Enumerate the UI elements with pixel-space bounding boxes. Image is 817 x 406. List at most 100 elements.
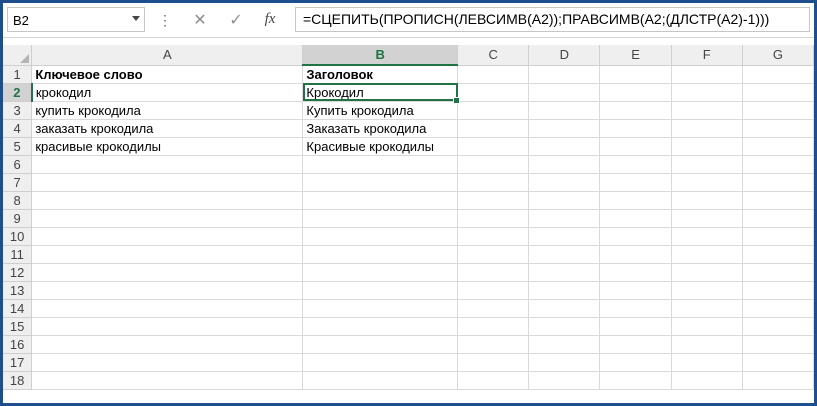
row-header[interactable]: 12 <box>3 263 33 282</box>
cell-a[interactable] <box>31 155 304 174</box>
cell-a[interactable] <box>31 227 304 246</box>
row-header[interactable]: 1 <box>3 65 33 84</box>
row-header[interactable]: 15 <box>3 317 33 336</box>
cell-g[interactable] <box>742 335 814 354</box>
cell-b[interactable]: Заказать крокодила <box>302 119 459 138</box>
cell-f[interactable] <box>671 83 743 102</box>
row-header[interactable]: 11 <box>3 245 33 264</box>
cell-e[interactable] <box>599 299 672 318</box>
cell-a[interactable] <box>31 281 304 300</box>
cell-g[interactable] <box>742 65 814 84</box>
cell-c[interactable] <box>457 263 530 282</box>
cell-c[interactable] <box>457 173 530 192</box>
cell-d[interactable] <box>528 227 601 246</box>
column-header-b[interactable]: B <box>302 45 459 66</box>
cell-b[interactable] <box>302 281 459 300</box>
cell-e[interactable] <box>599 227 672 246</box>
column-header-d[interactable]: D <box>528 45 601 66</box>
row-header[interactable]: 14 <box>3 299 33 318</box>
cell-f[interactable] <box>671 191 743 210</box>
cell-f[interactable] <box>671 209 743 228</box>
cell-a[interactable]: купить крокодила <box>31 101 304 120</box>
enter-icon[interactable]: ✓ <box>220 7 252 32</box>
cell-e[interactable] <box>599 173 672 192</box>
row-header[interactable]: 5 <box>3 137 33 156</box>
row-header[interactable]: 17 <box>3 353 33 372</box>
cell-f[interactable] <box>671 65 743 84</box>
cell-f[interactable] <box>671 173 743 192</box>
row-header[interactable]: 2 <box>3 83 33 102</box>
column-header-g[interactable]: G <box>742 45 814 66</box>
cell-a[interactable]: заказать крокодила <box>31 119 304 138</box>
cell-c[interactable] <box>457 299 530 318</box>
cell-f[interactable] <box>671 317 743 336</box>
cell-c[interactable] <box>457 245 530 264</box>
row-header[interactable]: 4 <box>3 119 33 138</box>
row-header[interactable]: 9 <box>3 209 33 228</box>
cell-g[interactable] <box>742 173 814 192</box>
cell-f[interactable] <box>671 119 743 138</box>
cell-e[interactable] <box>599 209 672 228</box>
cell-e[interactable] <box>599 101 672 120</box>
cell-d[interactable] <box>528 353 601 372</box>
more-options-icon[interactable]: ⋮ <box>153 7 177 32</box>
row-header[interactable]: 3 <box>3 101 33 120</box>
cell-e[interactable] <box>599 83 672 102</box>
cell-d[interactable] <box>528 335 601 354</box>
cell-d[interactable] <box>528 155 601 174</box>
cell-d[interactable] <box>528 299 601 318</box>
cell-g[interactable] <box>742 281 814 300</box>
cell-a[interactable] <box>31 245 304 264</box>
cell-d[interactable] <box>528 245 601 264</box>
cell-f[interactable] <box>671 371 743 390</box>
row-header[interactable]: 16 <box>3 335 33 354</box>
cell-e[interactable] <box>599 263 672 282</box>
cell-f[interactable] <box>671 263 743 282</box>
cell-a[interactable] <box>31 191 304 210</box>
cell-c[interactable] <box>457 281 530 300</box>
row-header[interactable]: 7 <box>3 173 33 192</box>
cell-g[interactable] <box>742 191 814 210</box>
cell-a[interactable] <box>31 209 304 228</box>
cell-a[interactable] <box>31 353 304 372</box>
row-header[interactable]: 6 <box>3 155 33 174</box>
cell-e[interactable] <box>599 245 672 264</box>
row-header[interactable]: 10 <box>3 227 33 246</box>
cell-b[interactable] <box>302 299 459 318</box>
cell-b[interactable] <box>302 155 459 174</box>
cell-d[interactable] <box>528 173 601 192</box>
cell-c[interactable] <box>457 119 530 138</box>
row-header[interactable]: 18 <box>3 371 33 390</box>
active-cell[interactable]: Крокодил <box>302 83 461 104</box>
cell-b[interactable] <box>302 317 459 336</box>
cell-e[interactable] <box>599 155 672 174</box>
cell-f[interactable] <box>671 227 743 246</box>
cell-a[interactable] <box>31 263 304 282</box>
select-all-button[interactable] <box>3 45 33 66</box>
formula-input[interactable]: =СЦЕПИТЬ(ПРОПИСН(ЛЕВСИМВ(A2));ПРАВСИМВ(A… <box>295 7 810 32</box>
cell-c[interactable] <box>457 155 530 174</box>
cell-g[interactable] <box>742 227 814 246</box>
cell-c[interactable] <box>457 83 530 102</box>
cell-a[interactable] <box>31 317 304 336</box>
column-header-c[interactable]: C <box>457 45 530 66</box>
cell-f[interactable] <box>671 101 743 120</box>
row-header[interactable]: 8 <box>3 191 33 210</box>
cell-e[interactable] <box>599 353 672 372</box>
cell-a[interactable]: Ключевое слово <box>31 65 304 84</box>
cell-a[interactable] <box>31 299 304 318</box>
column-header-e[interactable]: E <box>599 45 672 66</box>
cell-d[interactable] <box>528 119 601 138</box>
cell-a[interactable]: крокодил <box>31 83 304 102</box>
cell-g[interactable] <box>742 101 814 120</box>
insert-function-icon[interactable]: fx <box>254 7 286 32</box>
cell-g[interactable] <box>742 137 814 156</box>
cell-f[interactable] <box>671 281 743 300</box>
cell-b[interactable] <box>302 353 459 372</box>
cell-b[interactable] <box>302 371 459 390</box>
cell-g[interactable] <box>742 209 814 228</box>
cell-c[interactable] <box>457 65 530 84</box>
cell-d[interactable] <box>528 191 601 210</box>
cell-f[interactable] <box>671 335 743 354</box>
cell-e[interactable] <box>599 191 672 210</box>
